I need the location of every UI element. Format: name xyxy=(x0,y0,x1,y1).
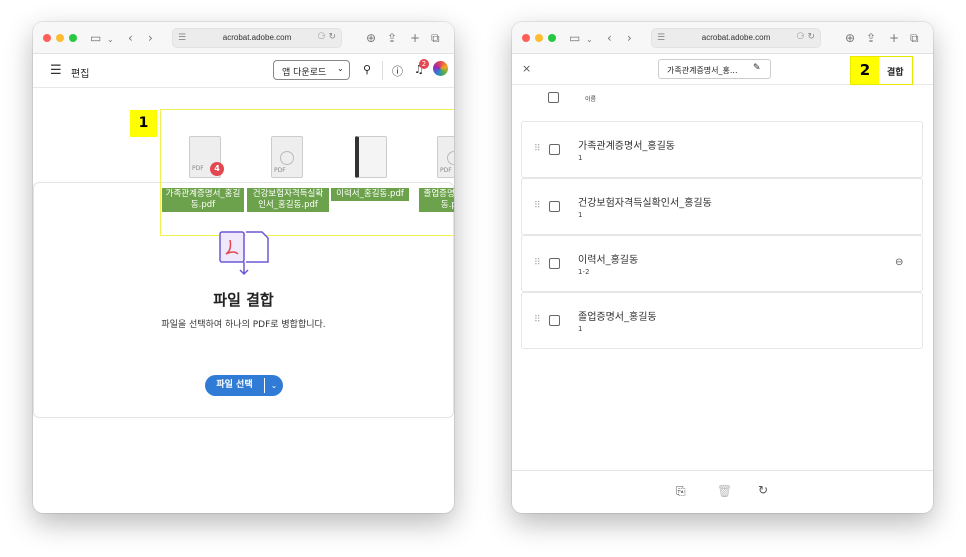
file-row[interactable]: ⠿ 졸업증명서_홍길동 1 xyxy=(521,292,923,349)
new-tab-icon[interactable]: + xyxy=(889,30,899,46)
footer-divider xyxy=(512,470,933,471)
address-bar[interactable]: ☰ acrobat.adobe.com ⚆ ↻ xyxy=(172,28,342,48)
drag-handle-icon[interactable]: ⠿ xyxy=(534,258,541,268)
chevron-down-icon[interactable]: ⌄ xyxy=(107,32,114,48)
zoom-window-button[interactable] xyxy=(69,34,77,42)
url-text: acrobat.adobe.com xyxy=(701,33,771,42)
divider xyxy=(382,61,383,80)
back-icon[interactable]: ‹ xyxy=(128,30,133,46)
step-2-label: 2 xyxy=(851,57,879,84)
drag-handle-icon[interactable]: ⠿ xyxy=(534,144,541,154)
close-window-button[interactable] xyxy=(522,34,530,42)
chevron-down-icon: ⌄ xyxy=(337,64,344,73)
row-checkbox[interactable] xyxy=(549,315,560,326)
help-icon[interactable]: ⓘ xyxy=(392,63,403,79)
back-icon[interactable]: ‹ xyxy=(607,30,612,46)
page-range: 1 xyxy=(578,211,583,219)
translate-reload-icon[interactable]: ⚆ ↻ xyxy=(318,32,336,42)
file-name: 이력서_홍길동 xyxy=(578,255,639,266)
file-name: 건강보험자격득실확인서_홍길동 xyxy=(578,198,712,209)
menu-icon[interactable]: ☰ xyxy=(50,63,62,78)
combine-header: × 가족관계증명서_홍... ✎ 2 결합 xyxy=(512,54,933,85)
download-icon[interactable]: ⊕ xyxy=(845,30,855,46)
highlight-box-1 xyxy=(160,109,454,236)
url-text: acrobat.adobe.com xyxy=(222,33,292,42)
sidebar-icon[interactable]: ▭ xyxy=(569,30,580,46)
page-subtitle: 파일을 선택하여 하나의 PDF로 병합합니다. xyxy=(161,320,326,330)
row-checkbox[interactable] xyxy=(549,258,560,269)
highlight-box-2: 2 결합 xyxy=(850,56,913,85)
chevron-down-icon[interactable]: ⌄ xyxy=(265,375,283,396)
minimize-window-button[interactable] xyxy=(56,34,64,42)
close-icon[interactable]: × xyxy=(522,62,531,75)
expand-pages-icon[interactable]: ⊖ xyxy=(895,257,903,268)
select-file-split-button: 파일 선택 ⌄ xyxy=(205,375,283,396)
tabs-overview-icon[interactable]: ⧉ xyxy=(910,30,919,46)
select-all-checkbox[interactable] xyxy=(548,92,559,103)
tabs-overview-icon[interactable]: ⧉ xyxy=(431,30,440,46)
acrobat-header: ☰ 편집 앱 다운로드 ⌄ ⚲ ⓘ ♫ 2 xyxy=(33,54,454,88)
page-range: 1 xyxy=(578,325,583,333)
translate-reload-icon[interactable]: ⚆ ↻ xyxy=(797,32,815,42)
step-1-label: 1 xyxy=(130,110,157,137)
rotate-icon[interactable]: ↻ xyxy=(758,483,768,497)
app-download-button[interactable]: 앱 다운로드 ⌄ xyxy=(273,60,350,80)
file-row[interactable]: ⠿ 건강보험자격득실확인서_홍길동 1 xyxy=(521,178,923,235)
forward-icon[interactable]: › xyxy=(148,30,153,46)
combine-button[interactable]: 결합 xyxy=(887,65,904,78)
drag-handle-icon[interactable]: ⠿ xyxy=(534,201,541,211)
document-name-field[interactable]: 가족관계증명서_홍... ✎ xyxy=(658,59,771,79)
edit-label[interactable]: 편집 xyxy=(71,65,89,80)
browser-toolbar: ▭ ⌄ ‹ › ☰ acrobat.adobe.com ⚆ ↻ ⊕ ⇪ + ⧉ xyxy=(512,22,933,54)
share-icon[interactable]: ⇪ xyxy=(866,30,876,46)
page-range: 1 xyxy=(578,154,583,162)
new-tab-icon[interactable]: + xyxy=(410,30,420,46)
search-icon[interactable]: ⚲ xyxy=(363,63,371,76)
page-title: 파일 결합 xyxy=(213,291,274,309)
select-file-button[interactable]: 파일 선택 xyxy=(205,375,264,396)
browser-window-left: ▭ ⌄ ‹ › ☰ acrobat.adobe.com ⚆ ↻ ⊕ ⇪ + ⧉ … xyxy=(33,22,454,513)
browser-toolbar: ▭ ⌄ ‹ › ☰ acrobat.adobe.com ⚆ ↻ ⊕ ⇪ + ⧉ xyxy=(33,22,454,54)
zoom-window-button[interactable] xyxy=(548,34,556,42)
minimize-window-button[interactable] xyxy=(535,34,543,42)
browser-window-right: ▭ ⌄ ‹ › ☰ acrobat.adobe.com ⚆ ↻ ⊕ ⇪ + ⧉ … xyxy=(512,22,933,513)
avatar[interactable] xyxy=(433,61,448,76)
file-name: 졸업증명서_홍길동 xyxy=(578,312,657,323)
chevron-down-icon[interactable]: ⌄ xyxy=(586,32,593,48)
row-checkbox[interactable] xyxy=(549,201,560,212)
close-window-button[interactable] xyxy=(43,34,51,42)
file-row[interactable]: ⠿ 가족관계증명서_홍길동 1 xyxy=(521,121,923,178)
add-file-icon[interactable]: ⎘ xyxy=(676,484,686,499)
file-row[interactable]: ⠿ 이력서_홍길동 1-2 ⊖ xyxy=(521,235,923,292)
combine-files-icon xyxy=(219,231,269,276)
file-name: 가족관계증명서_홍길동 xyxy=(578,141,675,152)
notification-badge: 2 xyxy=(419,59,429,69)
page-range: 1-2 xyxy=(578,268,590,276)
download-icon[interactable]: ⊕ xyxy=(366,30,376,46)
share-icon[interactable]: ⇪ xyxy=(387,30,397,46)
drag-handle-icon[interactable]: ⠿ xyxy=(534,315,541,325)
column-header-name: 이름 xyxy=(585,96,597,103)
trash-icon: 🗑 xyxy=(717,484,733,498)
forward-icon[interactable]: › xyxy=(627,30,632,46)
address-bar[interactable]: ☰ acrobat.adobe.com ⚆ ↻ xyxy=(651,28,821,48)
row-checkbox[interactable] xyxy=(549,144,560,155)
pencil-icon[interactable]: ✎ xyxy=(753,63,761,73)
sidebar-icon[interactable]: ▭ xyxy=(90,30,101,46)
